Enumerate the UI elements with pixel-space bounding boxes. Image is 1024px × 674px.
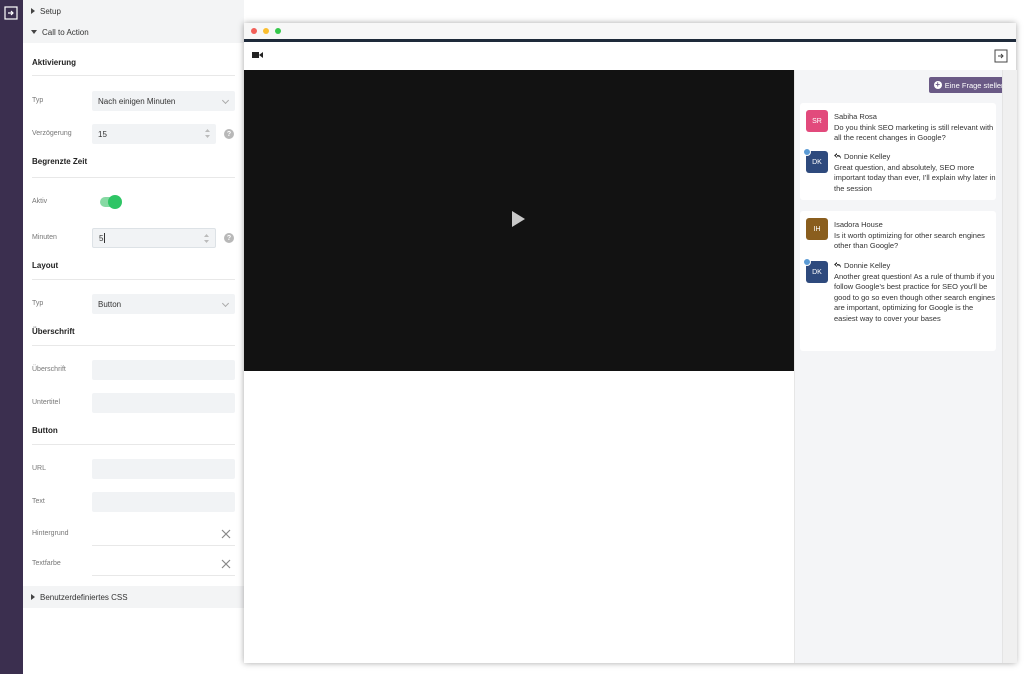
section-setup-label: Setup xyxy=(40,6,61,16)
group-title-heading: Überschrift xyxy=(32,327,75,336)
toggle-knob xyxy=(108,195,122,209)
settings-sidebar: Setup Call to Action Aktivierung Typ Nac… xyxy=(23,0,244,674)
avatar-initials: DK xyxy=(812,158,822,166)
question-card: SR Sabiha Rosa Do you think SEO marketin… xyxy=(800,103,996,200)
divider xyxy=(92,545,235,546)
stepper-icon[interactable] xyxy=(203,233,210,244)
ask-question-label: Eine Frage stellen xyxy=(944,80,1006,90)
preview-toolbar xyxy=(244,42,1016,71)
left-rail xyxy=(0,0,23,674)
minutes-label: Minuten xyxy=(32,234,57,241)
avatar-initials: DK xyxy=(812,268,822,276)
qa-scrollbar[interactable] xyxy=(1002,70,1017,663)
section-cta-label: Call to Action xyxy=(42,27,89,37)
reply-author-name: Donnie Kelley xyxy=(844,261,891,270)
ask-question-button[interactable]: + Eine Frage stellen xyxy=(929,77,1010,93)
heading-input[interactable] xyxy=(92,360,235,380)
group-title-activation: Aktivierung xyxy=(32,58,77,67)
activation-type-value: Nach einigen Minuten xyxy=(98,96,176,106)
avatar-initials: SR xyxy=(812,117,822,125)
section-css-label: Benutzerdefiniertes CSS xyxy=(40,592,128,602)
reply-icon xyxy=(834,153,841,159)
close-icon[interactable] xyxy=(221,559,231,569)
group-title-layout: Layout xyxy=(32,261,59,270)
layout-type-label: Typ xyxy=(32,300,44,307)
url-input[interactable] xyxy=(92,459,235,479)
window-titlebar xyxy=(244,23,1016,39)
minimize-dot[interactable] xyxy=(263,28,269,34)
background-label: Hintergrund xyxy=(32,530,69,537)
question-text: Is it worth optimizing for other search … xyxy=(834,231,985,251)
delay-value: 15 xyxy=(98,129,107,139)
divider xyxy=(32,177,235,178)
reply-author: Donnie Kelley xyxy=(834,152,890,161)
stepper-icon[interactable] xyxy=(204,128,211,139)
delay-input[interactable]: 15 xyxy=(92,124,216,144)
question-text: Do you think SEO marketing is still rele… xyxy=(834,123,994,143)
caret-right-icon xyxy=(31,594,35,600)
plus-circle-icon: + xyxy=(933,80,942,89)
activation-type-select[interactable]: Nach einigen Minuten xyxy=(92,91,235,111)
avatar: SR xyxy=(806,110,828,132)
subtitle-input[interactable] xyxy=(92,393,235,413)
maximize-dot[interactable] xyxy=(275,28,281,34)
divider xyxy=(32,279,235,280)
heading-label: Überschrift xyxy=(32,366,66,373)
text-color-label: Textfarbe xyxy=(32,560,61,567)
minutes-value: 5 xyxy=(99,233,104,243)
video-player[interactable] xyxy=(244,70,794,371)
chevron-down-icon xyxy=(221,96,230,105)
divider xyxy=(92,575,235,576)
play-icon[interactable] xyxy=(512,211,525,227)
exit-icon[interactable] xyxy=(994,49,1008,63)
layout-type-select[interactable]: Button xyxy=(92,294,235,314)
active-toggle[interactable] xyxy=(100,195,122,209)
avatar: IH xyxy=(806,218,828,240)
divider xyxy=(32,75,235,76)
host-badge xyxy=(803,148,811,156)
reply-text: Great question, and absolutely, SEO more… xyxy=(834,163,996,193)
qa-panel: + Eine Frage stellen SR Sabiha Rosa Do y… xyxy=(794,70,1010,663)
layout-type-value: Button xyxy=(98,299,122,309)
group-title-limited-time: Begrenzte Zeit xyxy=(32,157,88,166)
avatar-initials: IH xyxy=(813,225,821,233)
divider xyxy=(32,444,235,445)
caret-down-icon xyxy=(31,30,37,34)
host-badge xyxy=(803,258,811,266)
activation-type-label: Typ xyxy=(32,97,44,104)
video-camera-icon[interactable] xyxy=(252,51,263,59)
group-title-button: Button xyxy=(32,426,58,435)
active-label: Aktiv xyxy=(32,198,48,205)
question-card: IH Isadora House Is it worth optimizing … xyxy=(800,211,996,351)
section-setup[interactable]: Setup xyxy=(23,0,244,22)
chevron-down-icon xyxy=(221,299,230,308)
caret-right-icon xyxy=(31,8,35,14)
subtitle-label: Untertitel xyxy=(32,399,61,406)
url-label: URL xyxy=(32,465,47,472)
minutes-input[interactable]: 5 xyxy=(92,228,216,248)
text-cursor xyxy=(104,233,106,243)
close-icon[interactable] xyxy=(221,529,231,539)
divider xyxy=(32,345,235,346)
reply-text: Another great question! As a rule of thu… xyxy=(834,272,995,323)
preview-window: + Eine Frage stellen SR Sabiha Rosa Do y… xyxy=(244,23,1017,663)
section-custom-css[interactable]: Benutzerdefiniertes CSS xyxy=(23,586,244,608)
text-input[interactable] xyxy=(92,492,235,512)
exit-panel-icon[interactable] xyxy=(4,6,18,20)
reply-author: Donnie Kelley xyxy=(834,261,890,270)
close-dot[interactable] xyxy=(251,28,257,34)
author-name: Isadora House xyxy=(834,220,883,229)
delay-label: Verzögerung xyxy=(32,130,72,137)
section-call-to-action[interactable]: Call to Action xyxy=(23,21,244,43)
reply-icon xyxy=(834,262,841,268)
help-icon[interactable]: ? xyxy=(224,129,234,139)
help-icon[interactable]: ? xyxy=(224,233,234,243)
text-label: Text xyxy=(32,498,45,505)
author-name: Sabiha Rosa xyxy=(834,112,877,121)
reply-author-name: Donnie Kelley xyxy=(844,152,891,161)
